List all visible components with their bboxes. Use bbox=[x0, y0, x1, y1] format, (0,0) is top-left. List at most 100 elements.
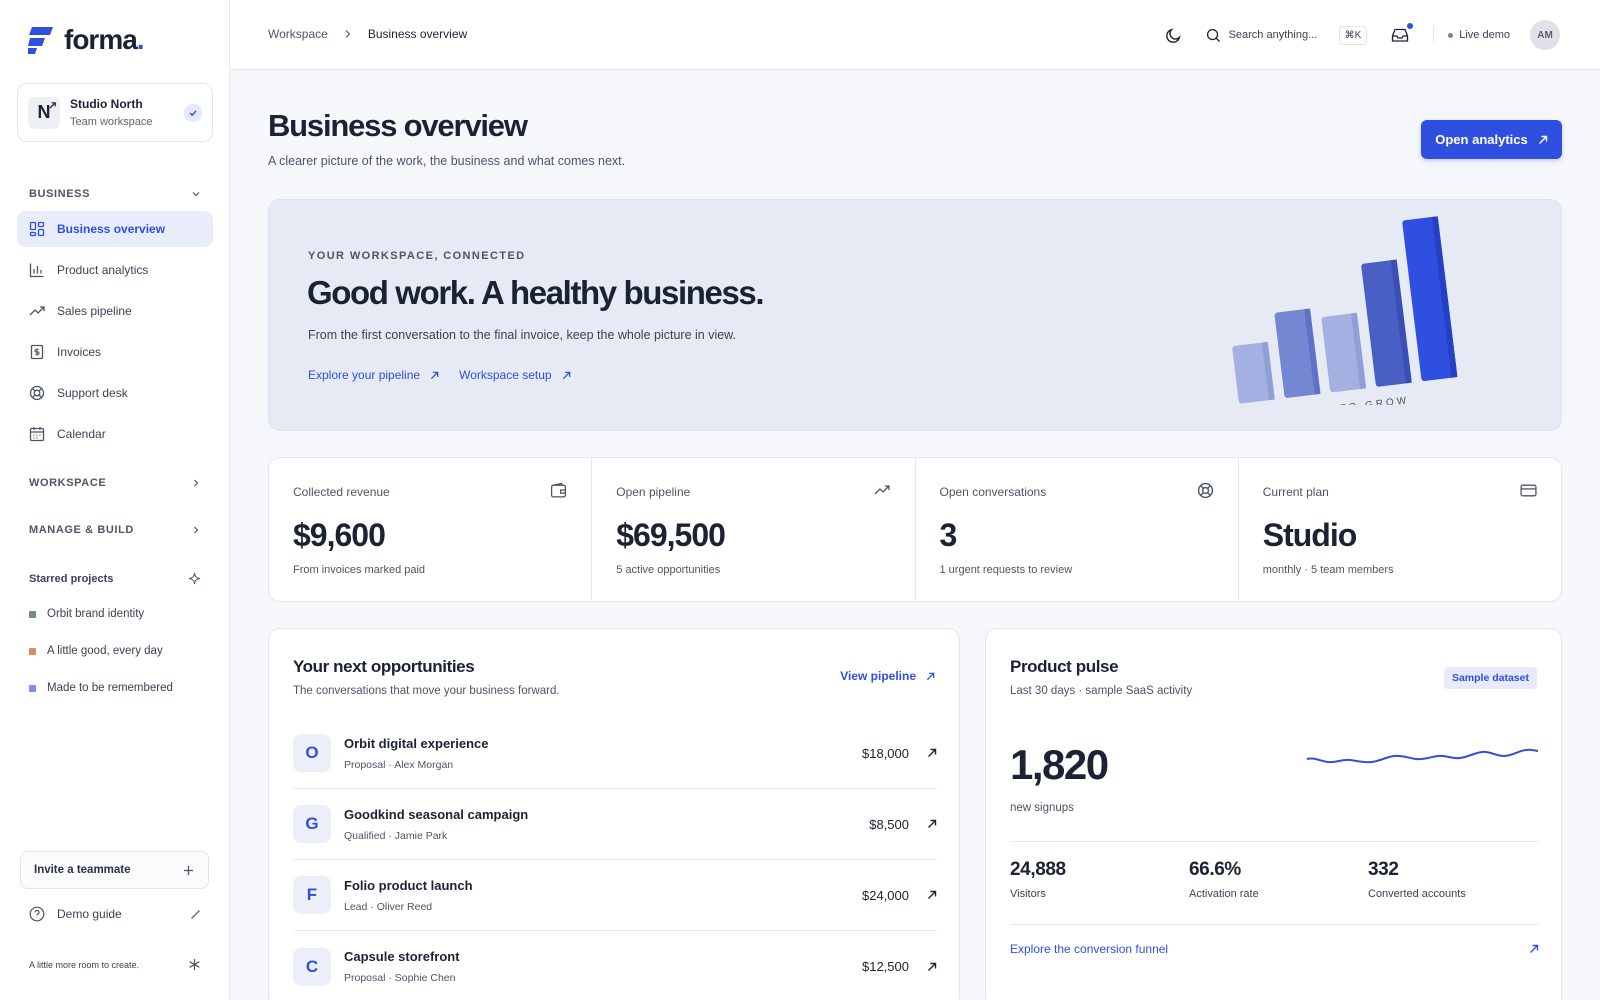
chevron-right-icon bbox=[194, 479, 199, 487]
starred-project-item[interactable]: Orbit brand identity bbox=[29, 608, 144, 620]
arrow-up-right-icon[interactable] bbox=[927, 819, 937, 829]
conversion-funnel-link[interactable]: Explore the conversion funnel bbox=[1010, 942, 1539, 956]
opportunity-amount: $24,000 bbox=[862, 887, 909, 903]
opportunity-amount: $18,000 bbox=[862, 745, 909, 761]
workspace-switcher[interactable]: N Studio North Team workspace bbox=[17, 83, 213, 142]
divider bbox=[1010, 841, 1539, 842]
arrow-up-right-icon[interactable] bbox=[927, 748, 937, 758]
opportunity-amount: $12,500 bbox=[862, 959, 909, 974]
opportunities-card: Your next opportunities The conversation… bbox=[268, 628, 960, 1000]
invite-teammate-button[interactable]: Invite a teammate bbox=[20, 851, 209, 889]
breadcrumb-root[interactable]: Workspace bbox=[268, 27, 328, 41]
hero-title: Good work. A healthy business. bbox=[307, 274, 765, 311]
explore-pipeline-link[interactable]: Explore your pipeline bbox=[308, 368, 439, 382]
starred-project-label: Orbit brand identity bbox=[47, 608, 145, 620]
sidebar-item-label: Support desk bbox=[57, 386, 128, 400]
sparkle-icon[interactable] bbox=[188, 572, 201, 585]
metric-label: Converted accounts bbox=[1368, 888, 1466, 900]
sidebar-item-support-desk[interactable]: Support desk bbox=[17, 375, 213, 411]
table-row[interactable]: O Orbit digital experience Proposal · Ale… bbox=[293, 718, 937, 789]
chevron-right-icon bbox=[345, 30, 351, 38]
conversion-funnel-label: Explore the conversion funnel bbox=[1010, 942, 1169, 956]
moon-icon[interactable] bbox=[1165, 27, 1182, 44]
footer-note-text: A little more room to create. bbox=[29, 959, 140, 970]
arrow-up-right-icon[interactable] bbox=[927, 962, 937, 972]
live-demo-indicator[interactable]: Live demo bbox=[1448, 29, 1510, 41]
metric-activation-rate: 66.6% Activation rate bbox=[1189, 859, 1259, 900]
opportunity-name: Orbit digital experience bbox=[344, 735, 489, 751]
stat-note: From invoices marked paid bbox=[293, 564, 426, 576]
arrow-up-right-icon bbox=[926, 672, 935, 680]
metric-visitors: 24,888 Visitors bbox=[1010, 859, 1066, 900]
metric-converted-accounts: 332 Converted accounts bbox=[1368, 859, 1466, 900]
table-row[interactable]: F Folio product launch Lead · Oliver Reed… bbox=[293, 860, 937, 931]
hero-eyebrow: YOUR WORKSPACE, CONNECTED bbox=[308, 250, 526, 262]
opportunity-initial: F bbox=[293, 876, 331, 914]
pulse-subtitle: Last 30 days · sample SaaS activity bbox=[1010, 685, 1193, 697]
sidebar-item-label: Business overview bbox=[57, 222, 166, 236]
section-workspace[interactable]: WORKSPACE bbox=[29, 477, 201, 489]
view-pipeline-link[interactable]: View pipeline bbox=[840, 669, 935, 683]
sidebar-item-calendar[interactable]: Calendar bbox=[17, 416, 213, 452]
section-manage-build[interactable]: MANAGE & BUILD bbox=[29, 524, 201, 536]
inbox-button[interactable] bbox=[1391, 23, 1414, 43]
arrow-up-right-icon bbox=[49, 101, 56, 109]
sidebar-item-business-overview[interactable]: Business overview bbox=[17, 211, 213, 247]
demo-guide-link[interactable]: Demo guide bbox=[29, 906, 201, 922]
hero-banner: YOUR WORKSPACE, CONNECTED Good work. A h… bbox=[268, 199, 1562, 431]
demo-guide-label: Demo guide bbox=[57, 907, 122, 921]
page-subtitle: A clearer picture of the work, the busin… bbox=[268, 154, 626, 168]
footer-note: A little more room to create. bbox=[29, 958, 201, 971]
section-business[interactable]: BUSINESS bbox=[29, 188, 201, 200]
sidebar-item-invoices[interactable]: Invoices bbox=[17, 334, 213, 370]
opportunity-initial: O bbox=[293, 734, 331, 772]
wallet-icon bbox=[551, 482, 567, 498]
sidebar-item-sales-pipeline[interactable]: Sales pipeline bbox=[17, 293, 213, 329]
help-circle-icon bbox=[29, 906, 45, 922]
signups-value: 1,820 bbox=[1010, 741, 1109, 788]
opportunity-name: Goodkind seasonal campaign bbox=[344, 806, 529, 822]
plus-icon bbox=[184, 865, 193, 875]
search-input[interactable]: Search anything... bbox=[1229, 29, 1333, 41]
stat-label: Current plan bbox=[1262, 485, 1329, 499]
grid-icon bbox=[29, 221, 45, 237]
workspace-name: Studio North bbox=[70, 97, 143, 111]
pulse-title: Product pulse bbox=[1010, 657, 1119, 676]
table-row[interactable]: C Capsule storefront Proposal · Sophie Ch… bbox=[293, 931, 937, 1000]
starred-project-item[interactable]: A little good, every day bbox=[29, 645, 163, 657]
starred-project-label: A little good, every day bbox=[47, 645, 163, 657]
table-row[interactable]: G Goodkind seasonal campaign Qualified · … bbox=[293, 789, 937, 860]
chevron-right-icon bbox=[194, 526, 199, 534]
arrow-up-right-icon bbox=[1530, 944, 1539, 953]
project-color-swatch bbox=[29, 647, 36, 655]
section-workspace-label: WORKSPACE bbox=[29, 477, 107, 489]
opportunity-meta: Qualified · Jamie Park bbox=[344, 829, 448, 842]
sidebar: forma. N Studio North Team workspace BUS… bbox=[0, 0, 230, 1000]
section-manage-label: MANAGE & BUILD bbox=[29, 524, 134, 536]
stat-note: monthly · 5 team members bbox=[1262, 564, 1394, 576]
stat-card: Open pipeline $69,500 5 active opportuni… bbox=[592, 458, 916, 601]
starred-project-item[interactable]: Made to be remembered bbox=[29, 682, 173, 694]
arrow-up-right-icon bbox=[191, 909, 200, 919]
stat-value: $9,600 bbox=[293, 517, 386, 553]
sidebar-item-product-analytics[interactable]: Product analytics bbox=[17, 252, 213, 288]
signups-label: new signups bbox=[1010, 802, 1074, 814]
metric-label: Activation rate bbox=[1189, 888, 1259, 900]
workspace-type: Team workspace bbox=[70, 116, 153, 128]
metric-value: 24,888 bbox=[1010, 859, 1066, 880]
search-shortcut: ⌘K bbox=[1338, 25, 1368, 45]
brand-name: forma. bbox=[64, 24, 145, 55]
sidebar-item-label: Sales pipeline bbox=[57, 304, 132, 318]
trending-up-icon bbox=[874, 485, 890, 495]
invoice-icon bbox=[30, 344, 44, 360]
growth-bars-illustration: ROOM TO GROW bbox=[1232, 216, 1458, 405]
user-avatar[interactable]: AM bbox=[1530, 20, 1560, 50]
brand-logo[interactable]: forma. bbox=[28, 24, 145, 56]
open-analytics-button[interactable]: Open analytics bbox=[1421, 120, 1562, 159]
arrow-up-right-icon[interactable] bbox=[927, 890, 937, 900]
sidebar-item-label: Invoices bbox=[57, 345, 102, 359]
metric-value: 66.6% bbox=[1189, 859, 1241, 880]
trending-up-icon bbox=[29, 306, 45, 316]
credit-card-icon bbox=[1520, 484, 1537, 497]
workspace-setup-link[interactable]: Workspace setup bbox=[459, 368, 571, 382]
